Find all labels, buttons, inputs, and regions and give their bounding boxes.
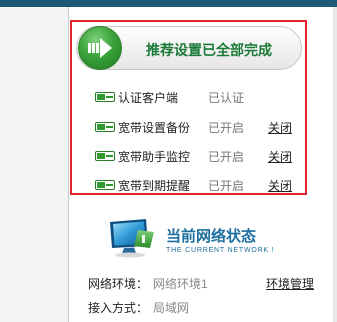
network-status-subtitle: THE CURRENT NETWORK ! xyxy=(166,247,275,254)
list-item: 宽带到期提醒 已开启 关闭 xyxy=(95,177,305,193)
info-value: 局域网 xyxy=(153,301,190,315)
toggle-icon xyxy=(95,180,115,190)
arrow-circle-icon xyxy=(78,26,122,70)
item-label: 宽带到期提醒 xyxy=(118,179,191,193)
top-bar xyxy=(0,0,337,7)
close-link[interactable]: 关闭 xyxy=(268,119,292,136)
list-item: 宽带助手监控 已开启 关闭 xyxy=(95,148,305,164)
info-label: 网络环境： xyxy=(88,277,149,291)
item-status: 已开启 xyxy=(208,150,245,164)
network-status-title: 当前网络状态 xyxy=(166,228,257,245)
info-row: 接入方式： 局域网 xyxy=(88,299,328,315)
toggle-icon xyxy=(95,92,115,102)
environment-manage-link[interactable]: 环境管理 xyxy=(266,275,314,292)
item-label: 宽带设置备份 xyxy=(118,121,191,135)
banner-title: 推荐设置已全部完成 xyxy=(146,42,272,58)
toggle-icon xyxy=(95,151,115,161)
info-value: 网络环境1 xyxy=(153,277,208,291)
info-row: 网络环境： 网络环境1 环境管理 xyxy=(88,275,328,291)
right-edge xyxy=(333,7,337,322)
item-label: 宽带助手监控 xyxy=(118,150,191,164)
item-status: 已认证 xyxy=(208,91,245,105)
toggle-icon xyxy=(95,122,115,132)
item-label: 认证客户端 xyxy=(118,91,179,105)
close-link[interactable]: 关闭 xyxy=(268,177,292,194)
close-link[interactable]: 关闭 xyxy=(268,148,292,165)
item-status: 已开启 xyxy=(208,121,245,135)
monitor-icon xyxy=(110,219,154,258)
info-label: 接入方式： xyxy=(88,301,149,315)
left-panel xyxy=(0,7,69,322)
item-status: 已开启 xyxy=(208,179,245,193)
list-item: 宽带设置备份 已开启 关闭 xyxy=(95,119,305,135)
list-item: 认证客户端 已认证 xyxy=(95,89,305,105)
